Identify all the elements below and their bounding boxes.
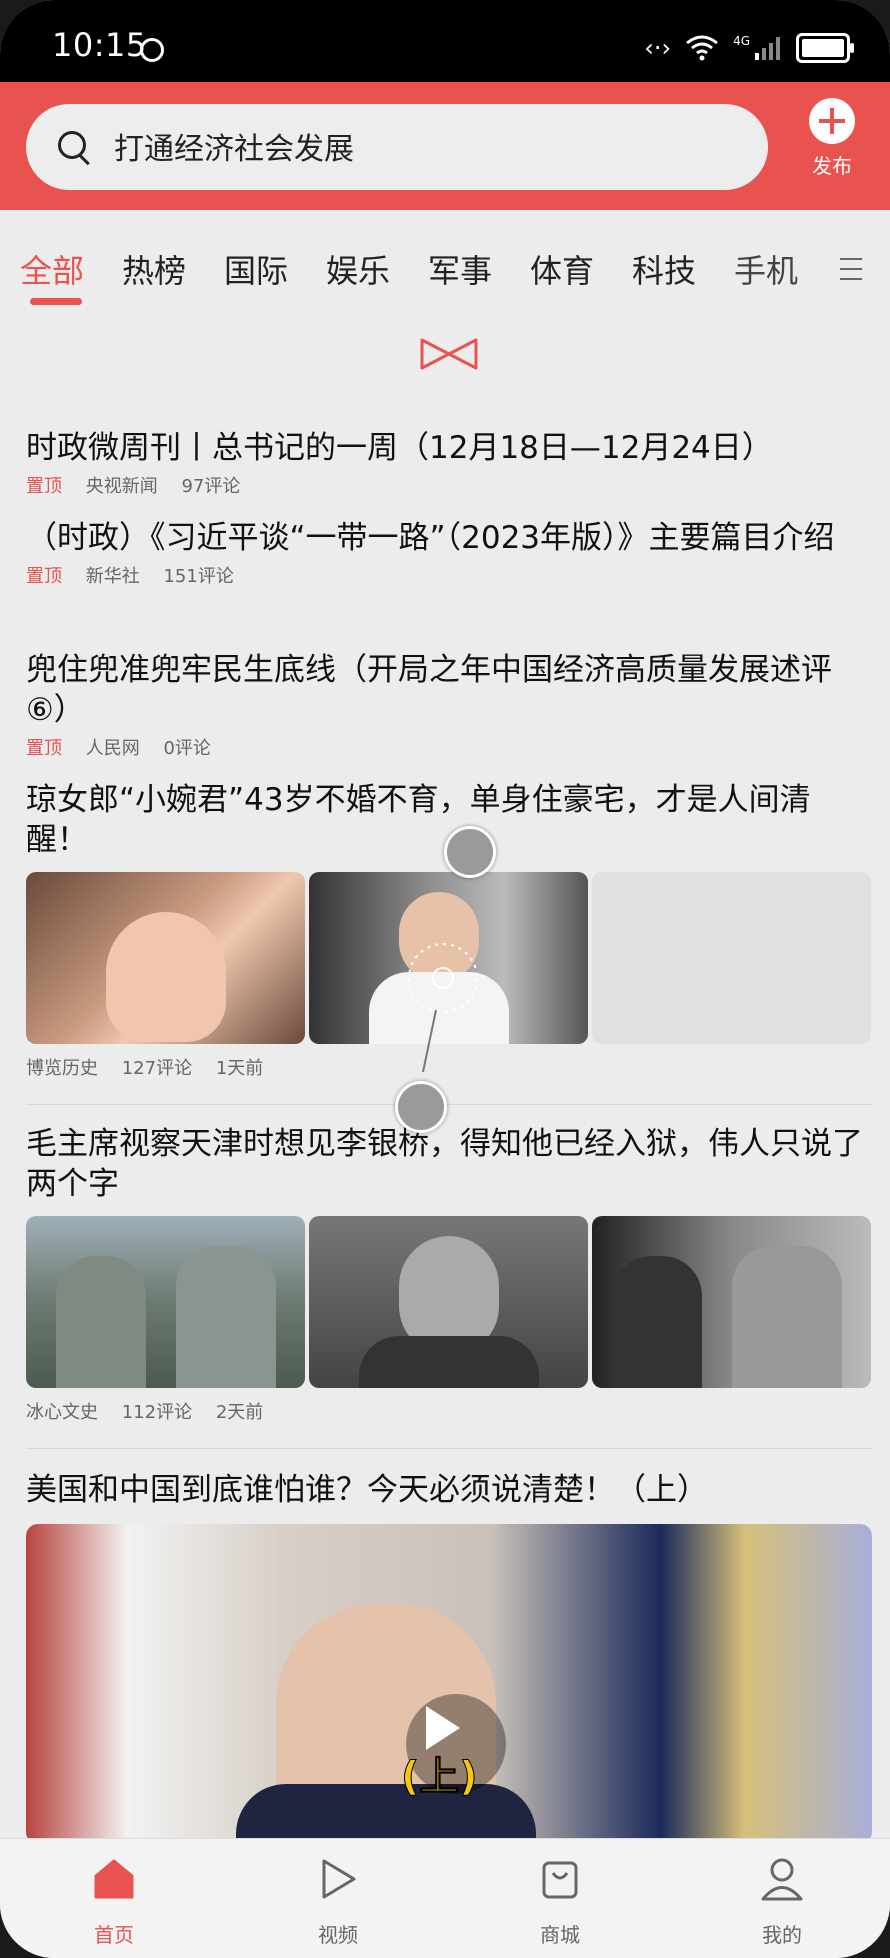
article-comments: 151评论: [163, 566, 234, 587]
divider: [26, 1448, 872, 1449]
nav-profile-label: 我的: [762, 1923, 802, 1947]
play-icon: [322, 1859, 356, 1899]
pinned-badge: 置顶: [26, 476, 62, 497]
category-tabs: 全部 热榜 国际 娱乐 军事 体育 科技 手机: [0, 210, 890, 310]
thumbnail-image[interactable]: [26, 1216, 305, 1388]
article-title[interactable]: （时政）《习近平谈“一带一路”（2023年版）》主要篇目介绍: [26, 518, 872, 558]
nav-profile[interactable]: 我的: [722, 1855, 842, 1948]
thumbnail-image[interactable]: [309, 1216, 588, 1388]
article-comments: 112评论: [121, 1402, 193, 1423]
battery-icon: [796, 33, 854, 63]
video-thumbnail[interactable]: (上): [26, 1524, 872, 1844]
article-title[interactable]: 兜住兜准兜牢民生底线（开局之年中国经济高质量发展述评⑥）: [26, 650, 872, 730]
thumbnail-row: [26, 1216, 872, 1388]
tab-entertainment[interactable]: 娱乐: [326, 246, 390, 292]
tab-international[interactable]: 国际: [224, 246, 288, 292]
tab-military[interactable]: 军事: [428, 246, 492, 292]
nav-mall[interactable]: 商城: [500, 1855, 620, 1948]
search-icon: [58, 131, 86, 159]
article-title[interactable]: 美国和中国到底谁怕谁？今天必须说清楚！（上）: [26, 1470, 872, 1510]
status-time: 10:15: [52, 26, 147, 64]
touch-marker: [395, 1081, 447, 1133]
status-bar: 10:15 ‹·› 4G: [0, 0, 890, 82]
thumbnail-image[interactable]: [26, 872, 305, 1044]
nav-mall-label: 商城: [540, 1923, 580, 1947]
wifi-icon: [686, 35, 718, 61]
article-comments: 127评论: [121, 1058, 193, 1079]
article-meta: 置顶 人民网 0评论: [26, 734, 872, 760]
signal-icon: [755, 37, 780, 60]
shopping-bag-icon: [542, 1861, 578, 1899]
article-source: 新华社: [85, 566, 140, 587]
data-transfer-icon: ‹·›: [644, 34, 672, 62]
hotspot-icon: [140, 38, 164, 62]
article-comments: 0评论: [163, 738, 211, 759]
article-time: 1天前: [215, 1058, 264, 1079]
home-icon: [94, 1859, 134, 1899]
nav-home[interactable]: 首页: [54, 1855, 174, 1948]
tab-sports[interactable]: 体育: [530, 246, 594, 292]
article-item[interactable]: （时政）《习近平谈“一带一路”（2023年版）》主要篇目介绍 置顶 新华社 15…: [26, 518, 872, 588]
status-icons: ‹·› 4G: [644, 30, 854, 66]
article-source: 冰心文史: [26, 1402, 98, 1423]
pinned-badge: 置顶: [26, 738, 62, 759]
nav-video-label: 视频: [318, 1923, 358, 1947]
nav-home-label: 首页: [94, 1923, 134, 1947]
article-source: 央视新闻: [85, 476, 158, 497]
divider: [26, 1104, 872, 1105]
article-source: 博览历史: [26, 1058, 98, 1079]
publish-label: 发布: [812, 154, 852, 178]
app-header: 打通经济社会发展 发布: [0, 82, 890, 210]
plus-icon: [809, 98, 855, 144]
article-item[interactable]: 时政微周刊丨总书记的一周（12月18日—12月24日） 置顶 央视新闻 97评论: [26, 428, 872, 498]
article-source: 人民网: [85, 738, 140, 759]
thumbnail-placeholder: [592, 872, 871, 1044]
active-tab-indicator: [30, 298, 82, 305]
article-title[interactable]: 毛主席视察天津时想见李银桥，得知他已经入狱，伟人只说了两个字: [26, 1124, 872, 1204]
user-icon: [761, 1858, 803, 1901]
tab-tech[interactable]: 科技: [632, 246, 696, 292]
article-meta: 置顶 央视新闻 97评论: [26, 472, 872, 498]
search-bar[interactable]: 打通经济社会发展: [26, 104, 768, 190]
network-type-label: 4G: [733, 34, 750, 48]
tabs-menu-icon[interactable]: [840, 258, 862, 288]
tab-phone[interactable]: 手机: [734, 246, 798, 292]
search-query[interactable]: 打通经济社会发展: [114, 124, 354, 168]
thumbnail-image[interactable]: [592, 1216, 871, 1388]
article-comments: 97评论: [181, 476, 241, 497]
video-overlay-text: (上): [401, 1754, 479, 1801]
tab-all[interactable]: 全部: [20, 246, 84, 292]
article-title[interactable]: 时政微周刊丨总书记的一周（12月18日—12月24日）: [26, 428, 872, 468]
article-meta: 置顶 新华社 151评论: [26, 562, 872, 588]
pinned-badge: 置顶: [26, 566, 62, 587]
article-item[interactable]: 美国和中国到底谁怕谁？今天必须说清楚！（上） (上): [26, 1470, 872, 1844]
article-time: 2天前: [215, 1402, 264, 1423]
publish-button[interactable]: 发布: [802, 98, 862, 179]
bottom-navigation: 首页 视频 商城 我的: [0, 1838, 890, 1958]
phone-screen: 10:15 ‹·› 4G 打通经济社会发展 发布 全部 热榜 国际 娱乐 军事 …: [0, 0, 890, 1958]
tab-hot[interactable]: 热榜: [122, 246, 186, 292]
article-item[interactable]: 毛主席视察天津时想见李银桥，得知他已经入狱，伟人只说了两个字 冰心文史 112评…: [26, 1124, 872, 1424]
gesture-trace: [408, 943, 478, 1073]
article-item[interactable]: 兜住兜准兜牢民生底线（开局之年中国经济高质量发展述评⑥） 置顶 人民网 0评论: [26, 650, 872, 760]
article-meta: 冰心文史 112评论 2天前: [26, 1398, 872, 1424]
nav-video[interactable]: 视频: [278, 1855, 398, 1948]
bowtie-icon: [420, 338, 478, 370]
touch-marker: [444, 826, 496, 878]
